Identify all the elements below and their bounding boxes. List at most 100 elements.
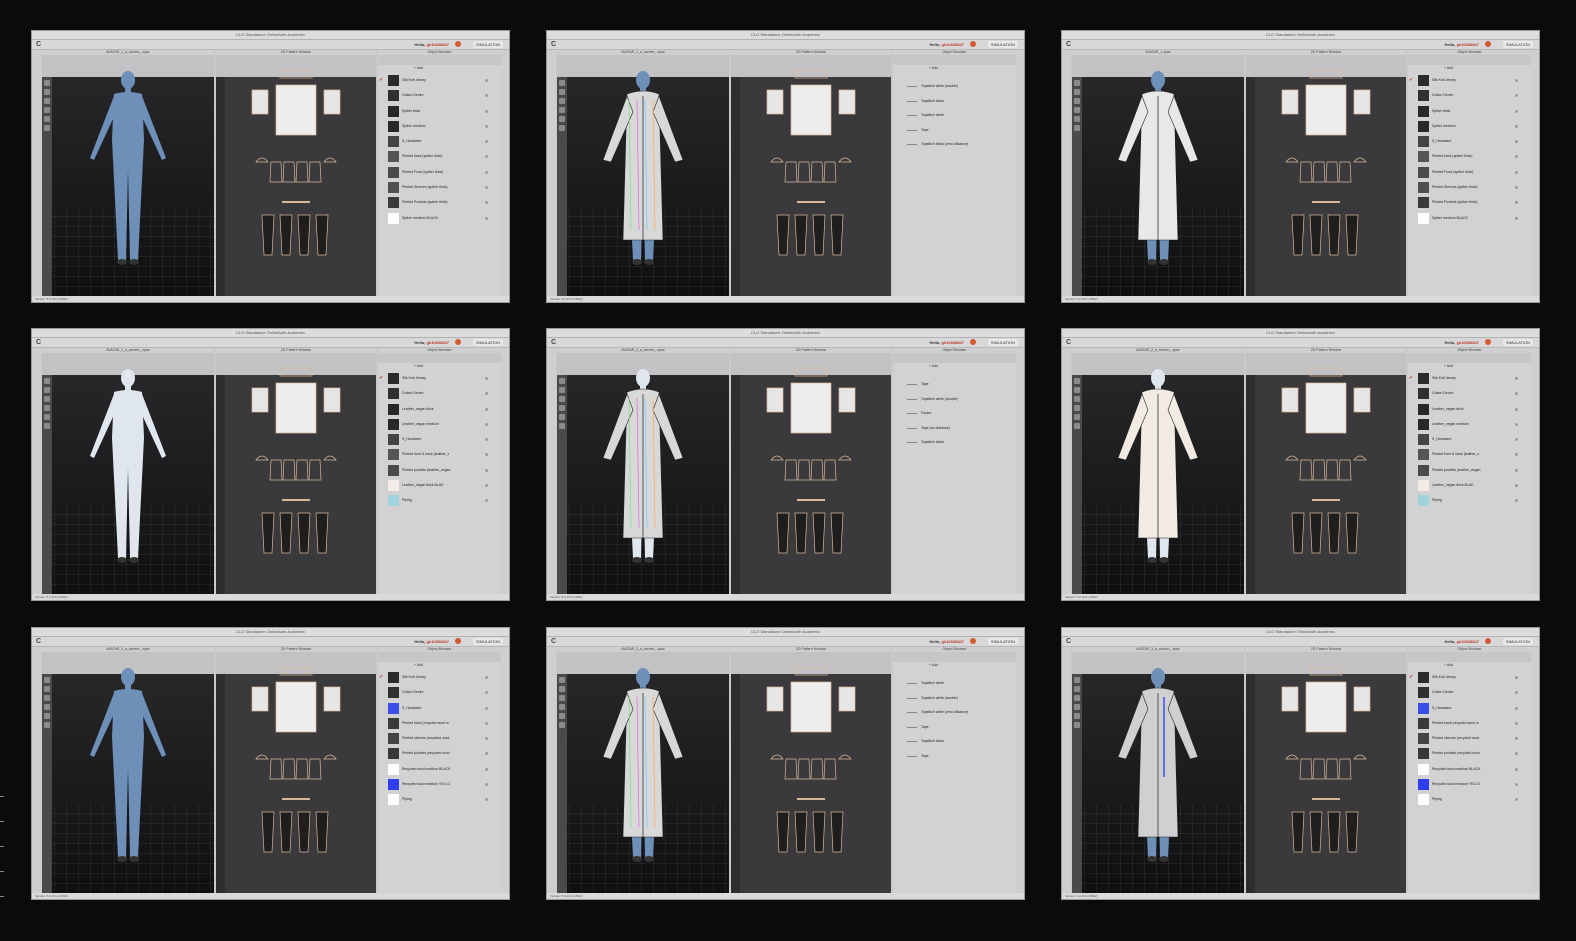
fabric-item[interactable]: S_Hardware bbox=[384, 702, 496, 717]
browser-tabs[interactable] bbox=[1408, 353, 1531, 363]
simulation-button[interactable]: SIMULATION bbox=[987, 41, 1018, 48]
fabric-item[interactable]: Cotton Denim bbox=[1414, 686, 1526, 701]
visibility-dot[interactable] bbox=[485, 407, 488, 411]
visibility-dot[interactable] bbox=[485, 783, 488, 787]
simulation-button[interactable]: SIMULATION bbox=[1502, 339, 1533, 346]
visibility-dot[interactable] bbox=[1515, 484, 1518, 488]
fabric-item[interactable]: S_Hardware bbox=[1414, 433, 1526, 448]
browser-tabs[interactable] bbox=[1408, 652, 1531, 662]
visibility-dot[interactable] bbox=[1515, 109, 1518, 113]
3d-garment-window[interactable]: AVATAR_2_a_screen_.zpac bbox=[557, 348, 729, 595]
fabric-item[interactable]: Cotton Denim bbox=[384, 387, 496, 402]
topstitch-item[interactable]: Tape bbox=[899, 378, 1011, 393]
visibility-dot[interactable] bbox=[485, 721, 488, 725]
visibility-dot[interactable] bbox=[1515, 767, 1518, 771]
fabric-item[interactable]: Printed sleeves (recycled wool bbox=[384, 732, 496, 747]
2d-pattern-window[interactable]: 2D Pattern Window bbox=[731, 647, 891, 894]
fabric-item[interactable]: Spiber medium BLACK bbox=[384, 212, 496, 227]
3d-garment-window[interactable]: AVATAR_1_a_screen_.zpac bbox=[42, 50, 214, 297]
fabric-item[interactable]: Cotton Denim bbox=[384, 89, 496, 104]
browser-tabs[interactable] bbox=[1408, 55, 1531, 65]
topstitch-item[interactable]: Tape bbox=[899, 721, 1011, 736]
visibility-dot[interactable] bbox=[485, 767, 488, 771]
profile-icon[interactable] bbox=[970, 339, 976, 345]
profile-icon[interactable] bbox=[970, 638, 976, 644]
visibility-dot[interactable] bbox=[1515, 407, 1518, 411]
simulation-button[interactable]: SIMULATION bbox=[472, 638, 503, 645]
fabric-item[interactable]: S_Hardware bbox=[384, 135, 496, 150]
fabric-item[interactable]: Piping bbox=[384, 793, 496, 808]
topstitch-item[interactable]: Topstitch black bbox=[899, 95, 1011, 110]
visibility-dot[interactable] bbox=[1515, 706, 1518, 710]
visibility-dot[interactable] bbox=[1515, 453, 1518, 457]
visibility-dot[interactable] bbox=[1515, 468, 1518, 472]
visibility-dot[interactable] bbox=[485, 438, 488, 442]
browser-tabs[interactable] bbox=[893, 652, 1016, 662]
visibility-dot[interactable] bbox=[1515, 422, 1518, 426]
visibility-dot[interactable] bbox=[1515, 94, 1518, 98]
profile-icon[interactable] bbox=[1485, 339, 1491, 345]
add-button[interactable]: + Add bbox=[1444, 364, 1453, 368]
visibility-dot[interactable] bbox=[485, 186, 488, 190]
fabric-item[interactable]: Printed pockets (leather_vegan bbox=[384, 464, 496, 479]
fabric-item[interactable]: Spiber medium bbox=[1414, 120, 1526, 135]
topstitch-item[interactable]: Tape bbox=[899, 750, 1011, 765]
3d-garment-window[interactable]: AVATAR_3_a_screen_.zpac bbox=[1072, 647, 1244, 894]
fabric-item[interactable]: Cotton Denim bbox=[384, 686, 496, 701]
topstitch-item[interactable]: Topstitch white (zero distance) bbox=[899, 706, 1011, 721]
visibility-dot[interactable] bbox=[485, 752, 488, 756]
simulation-button[interactable]: SIMULATION bbox=[987, 339, 1018, 346]
visibility-dot[interactable] bbox=[1515, 499, 1518, 503]
profile-icon[interactable] bbox=[455, 339, 461, 345]
visibility-dot[interactable] bbox=[485, 422, 488, 426]
fabric-item[interactable]: Printed back (spiber thick) bbox=[1414, 150, 1526, 165]
profile-icon[interactable] bbox=[970, 41, 976, 47]
browser-tabs[interactable] bbox=[893, 353, 1016, 363]
visibility-dot[interactable] bbox=[485, 798, 488, 802]
visibility-dot[interactable] bbox=[485, 691, 488, 695]
2d-pattern-window[interactable]: 2D Pattern Window bbox=[1246, 647, 1406, 894]
fabric-item[interactable]: Printed Pockets (spiber thick) bbox=[1414, 196, 1526, 211]
visibility-dot[interactable] bbox=[485, 484, 488, 488]
fabric-item[interactable]: Printed Front (spiber thick) bbox=[384, 166, 496, 181]
visibility-dot[interactable] bbox=[485, 392, 488, 396]
fabric-item[interactable]: Printed Sleeves (spiber thick) bbox=[1414, 181, 1526, 196]
visibility-dot[interactable] bbox=[485, 79, 488, 82]
visibility-dot[interactable] bbox=[485, 216, 488, 220]
visibility-dot[interactable] bbox=[1515, 124, 1518, 128]
visibility-dot[interactable] bbox=[485, 124, 488, 128]
fabric-item[interactable]: Spiber medium bbox=[384, 120, 496, 135]
topstitch-item[interactable]: Fusion bbox=[899, 407, 1011, 422]
fabric-item[interactable]: ✔ Silk Knit Jersey bbox=[1409, 74, 1526, 89]
visibility-dot[interactable] bbox=[485, 170, 488, 174]
fabric-item[interactable]: Spiber thick bbox=[384, 105, 496, 120]
visibility-dot[interactable] bbox=[1515, 798, 1518, 802]
fabric-item[interactable]: Leather_vegan thick bbox=[384, 403, 496, 418]
fabric-item[interactable]: Printed pockets (recycled wool bbox=[384, 747, 496, 762]
add-button[interactable]: + Add bbox=[929, 663, 938, 667]
visibility-dot[interactable] bbox=[1515, 737, 1518, 741]
visibility-dot[interactable] bbox=[1515, 186, 1518, 190]
fabric-item[interactable]: ✔ Silk Knit Jersey bbox=[1409, 671, 1526, 686]
visibility-dot[interactable] bbox=[485, 94, 488, 98]
fabric-item[interactable]: Leather_vegan thick bbox=[1414, 403, 1526, 418]
fabric-item[interactable]: Recycled wool medium YELLO bbox=[384, 778, 496, 793]
browser-tabs[interactable] bbox=[378, 652, 501, 662]
fabric-item[interactable]: ✔ Silk Knit Jersey bbox=[379, 74, 496, 89]
topstitch-item[interactable]: Topstitch white bbox=[899, 677, 1011, 692]
visibility-dot[interactable] bbox=[1515, 377, 1518, 380]
add-button[interactable]: + Add bbox=[414, 66, 423, 70]
profile-icon[interactable] bbox=[1485, 638, 1491, 644]
visibility-dot[interactable] bbox=[1515, 783, 1518, 787]
fabric-item[interactable]: S_Hardware bbox=[384, 433, 496, 448]
visibility-dot[interactable] bbox=[1515, 170, 1518, 174]
visibility-dot[interactable] bbox=[1515, 752, 1518, 756]
fabric-item[interactable]: ✔ Silk Knit Jersey bbox=[379, 372, 496, 387]
fabric-item[interactable]: Printed Front (spiber thick) bbox=[1414, 166, 1526, 181]
visibility-dot[interactable] bbox=[1515, 216, 1518, 220]
fabric-item[interactable]: Printed Sleeves (spiber thick) bbox=[384, 181, 496, 196]
2d-pattern-window[interactable]: 2D Pattern Window bbox=[731, 348, 891, 595]
visibility-dot[interactable] bbox=[1515, 155, 1518, 159]
visibility-dot[interactable] bbox=[485, 706, 488, 710]
visibility-dot[interactable] bbox=[485, 499, 488, 503]
